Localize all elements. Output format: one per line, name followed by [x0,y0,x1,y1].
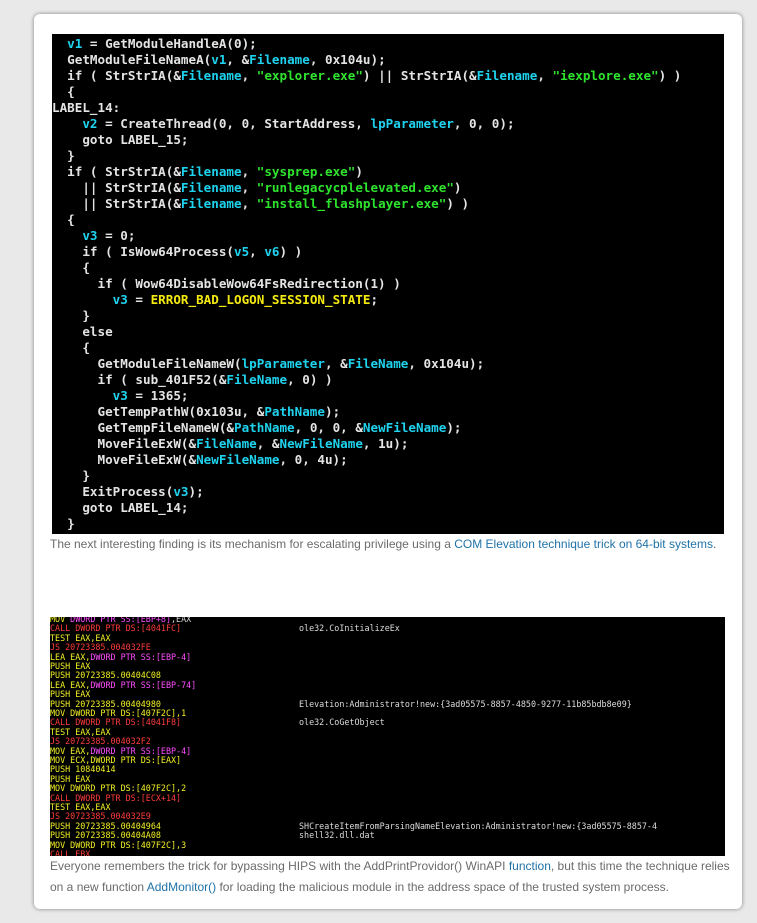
code-line: GetModuleFileNameA(v1, &Filename, 0x104u… [67,52,386,67]
decompiled-code-screenshot: v1 = GetModuleHandleA(0); GetModuleFileN… [52,34,724,534]
code-line: GetTempPathW(0x103u, &PathName); [97,404,341,419]
code-line: { [67,212,75,227]
code-line: } [82,308,90,323]
code-line: v2 = CreateThread(0, 0, StartAddress, lp… [82,116,515,131]
code-line: if ( IsWow64Process(v5, v6) ) [82,244,303,259]
code-line: { [82,260,90,275]
asm-comment: ole32.CoGetObject [299,717,385,728]
code-line: } [67,516,75,531]
code-line: GetTempFileNameW(&PathName, 0, 0, &NewFi… [97,420,462,435]
code-line: if ( sub_401F52(&FileName, 0) ) [97,372,333,387]
code-line: || StrStrIA(&Filename, "runlegacycplelev… [82,180,462,195]
code-line: if ( Wow64DisableWow64FsRedirection(1) ) [97,276,401,291]
code-line: MoveFileExW(&NewFileName, 0, 4u); [97,452,348,467]
code-line: GetModuleFileNameW(lpParameter, &FileNam… [97,356,485,371]
com-elevation-link[interactable]: COM Elevation technique trick on 64-bit … [454,537,713,551]
asm-comment: shell32.dll.dat [299,830,375,841]
code-line: v1 = GetModuleHandleA(0); [67,36,257,51]
disassembly-screenshot: MOV DWORD PTR SS:[EBP+8],EAX CALL DWORD P… [50,617,725,856]
code-line: { [82,340,90,355]
code-line: v3 = 0; [82,228,136,243]
code-line: if ( StrStrIA(&Filename, "explorer.exe")… [67,68,682,83]
addmonitor-link[interactable]: AddMonitor() [147,880,216,894]
code-line: || StrStrIA(&Filename, "install_flashpla… [82,196,470,211]
code-line: LABEL_14: [52,100,121,115]
code-line: goto LABEL_15; [82,132,189,147]
code-line: goto LABEL_14; [82,500,189,515]
article-card: v1 = GetModuleHandleA(0); GetModuleFileN… [34,14,742,909]
code-line: } [67,148,75,163]
code-line: v3 = ERROR_BAD_LOGON_SESSION_STATE; [112,292,379,307]
code-line: MoveFileExW(&FileName, &NewFileName, 1u)… [97,436,409,451]
code-line: if ( StrStrIA(&Filename, "sysprep.exe") [67,164,363,179]
asm-comment: ole32.CoInitializeEx [299,623,400,634]
function-link[interactable]: function [509,859,551,873]
paragraph-com-elevation: The next interesting finding is its mech… [50,537,717,551]
code-line: } [82,468,90,483]
paragraph-addmonitor: Everyone remembers the trick for bypassi… [50,859,730,894]
asm-comment: Elevation:Administrator!new:{3ad05575-88… [299,698,632,709]
code-line: v3 = 1365; [112,388,189,403]
code-line: { [67,84,75,99]
paragraph-text: The next interesting finding is its mech… [50,537,455,551]
code-line: ExitProcess(v3); [82,484,204,499]
code-line: else [82,324,113,339]
